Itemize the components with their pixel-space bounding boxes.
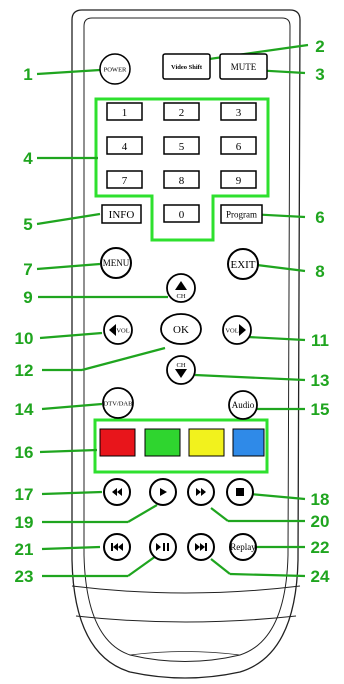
svg-text:CH: CH bbox=[176, 362, 185, 369]
callout-20: 20 bbox=[311, 512, 330, 531]
stop-button[interactable] bbox=[226, 478, 254, 506]
svg-text:Program: Program bbox=[226, 210, 257, 220]
ok-button[interactable]: OK bbox=[160, 313, 202, 345]
menu-button[interactable]: MENU bbox=[100, 247, 132, 279]
digit-button-5[interactable]: 5 bbox=[163, 136, 200, 155]
digit-button-7[interactable]: 7 bbox=[106, 170, 143, 189]
callout-9: 9 bbox=[23, 288, 32, 307]
callout-7: 7 bbox=[23, 260, 32, 279]
channel-down-button[interactable]: CH bbox=[166, 355, 196, 385]
video-shift-button[interactable]: Video Shift bbox=[162, 53, 211, 80]
svg-text:VOL: VOL bbox=[225, 328, 238, 335]
svg-text:CH: CH bbox=[176, 293, 185, 300]
callout-18: 18 bbox=[311, 490, 330, 509]
volume-up-button[interactable]: VOL bbox=[222, 315, 252, 345]
svg-text:OK: OK bbox=[173, 324, 189, 336]
svg-text:9: 9 bbox=[236, 175, 242, 187]
callout-17: 17 bbox=[15, 485, 34, 504]
callout-10: 10 bbox=[15, 329, 34, 348]
svg-text:MUTE: MUTE bbox=[231, 62, 257, 72]
play-button[interactable] bbox=[149, 478, 177, 506]
svg-text:MENU: MENU bbox=[103, 258, 130, 268]
svg-text:7: 7 bbox=[122, 175, 128, 187]
svg-text:DTV/DAB: DTV/DAB bbox=[104, 401, 134, 408]
svg-text:Audio: Audio bbox=[232, 400, 255, 410]
callout-16: 16 bbox=[15, 443, 34, 462]
svg-text:POWER: POWER bbox=[104, 67, 127, 74]
callout-15: 15 bbox=[311, 400, 330, 419]
power-button[interactable]: POWER bbox=[99, 53, 131, 85]
numpad: 1 2 3 4 5 6 7 8 9 0 bbox=[106, 102, 257, 223]
digit-button-0[interactable]: 0 bbox=[163, 204, 200, 223]
callout-5: 5 bbox=[23, 215, 32, 234]
callout-6: 6 bbox=[315, 208, 324, 227]
remote-control-diagram: POWER Video Shift MUTE 1 2 3 4 5 6 7 8 9… bbox=[15, 9, 330, 679]
dtv-dab-button[interactable]: DTV/DAB bbox=[102, 387, 134, 419]
callout-4: 4 bbox=[23, 149, 33, 168]
digit-button-8[interactable]: 8 bbox=[163, 170, 200, 189]
callout-13: 13 bbox=[311, 371, 330, 390]
callout-3: 3 bbox=[315, 65, 324, 84]
digit-button-6[interactable]: 6 bbox=[220, 136, 257, 155]
fast-forward-button[interactable] bbox=[187, 478, 215, 506]
color-keys bbox=[99, 428, 265, 457]
digit-button-1[interactable]: 1 bbox=[106, 102, 143, 121]
callout-22: 22 bbox=[311, 538, 330, 557]
stop-icon bbox=[236, 488, 244, 496]
svg-text:3: 3 bbox=[236, 107, 242, 119]
svg-text:Replay: Replay bbox=[230, 542, 256, 552]
program-button[interactable]: Program bbox=[220, 204, 263, 224]
play-pause-button[interactable] bbox=[149, 533, 177, 561]
callout-19: 19 bbox=[15, 513, 34, 532]
channel-up-button[interactable]: CH bbox=[166, 273, 196, 303]
callout-2: 2 bbox=[315, 37, 324, 56]
red-key[interactable] bbox=[99, 428, 136, 457]
audio-button[interactable]: Audio bbox=[228, 390, 258, 420]
digit-button-4[interactable]: 4 bbox=[106, 136, 143, 155]
replay-button[interactable]: Replay bbox=[229, 533, 257, 561]
info-button[interactable]: INFO bbox=[101, 204, 142, 224]
green-key[interactable] bbox=[144, 428, 181, 457]
svg-text:1: 1 bbox=[122, 107, 128, 119]
svg-text:Video Shift: Video Shift bbox=[171, 64, 203, 71]
volume-down-button[interactable]: VOL bbox=[103, 315, 133, 345]
mute-button[interactable]: MUTE bbox=[219, 53, 268, 80]
svg-text:EXIT: EXIT bbox=[230, 259, 255, 271]
svg-text:6: 6 bbox=[236, 141, 242, 153]
svg-text:4: 4 bbox=[122, 141, 128, 153]
rewind-button[interactable] bbox=[103, 478, 131, 506]
callout-12: 12 bbox=[15, 361, 34, 380]
digit-button-9[interactable]: 9 bbox=[220, 170, 257, 189]
blue-key[interactable] bbox=[232, 428, 265, 457]
svg-text:5: 5 bbox=[179, 141, 185, 153]
digit-button-3[interactable]: 3 bbox=[220, 102, 257, 121]
callout-21: 21 bbox=[15, 540, 34, 559]
svg-text:INFO: INFO bbox=[109, 209, 135, 221]
next-button[interactable] bbox=[187, 533, 215, 561]
svg-text:0: 0 bbox=[179, 209, 185, 221]
yellow-key[interactable] bbox=[188, 428, 225, 457]
svg-text:8: 8 bbox=[179, 175, 185, 187]
svg-text:VOL: VOL bbox=[116, 328, 129, 335]
digit-button-2[interactable]: 2 bbox=[163, 102, 200, 121]
callout-8: 8 bbox=[315, 262, 324, 281]
callout-11: 11 bbox=[311, 331, 329, 350]
previous-button[interactable] bbox=[103, 533, 131, 561]
exit-button[interactable]: EXIT bbox=[227, 248, 259, 280]
callout-23: 23 bbox=[15, 567, 34, 586]
svg-text:2: 2 bbox=[179, 107, 185, 119]
callout-24: 24 bbox=[311, 567, 330, 586]
callout-1: 1 bbox=[23, 65, 32, 84]
callout-14: 14 bbox=[15, 400, 34, 419]
